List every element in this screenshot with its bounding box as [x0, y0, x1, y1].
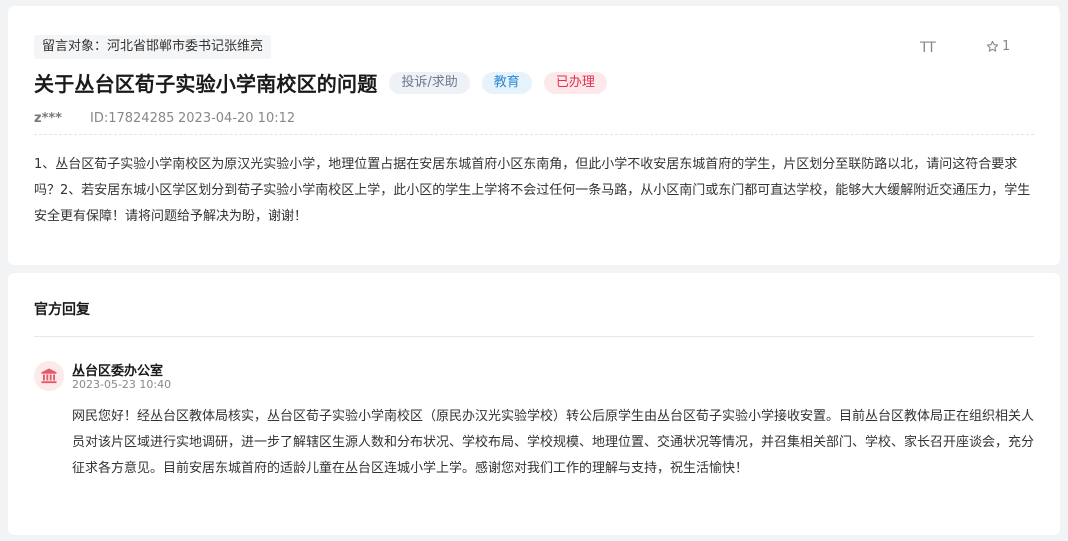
category-tag[interactable]: 投诉/求助	[389, 71, 470, 94]
title-row: 关于丛台区荀子实验小学南校区的问题 投诉/求助 教育 已办理	[34, 68, 619, 97]
government-building-icon	[41, 368, 57, 384]
page-title: 关于丛台区荀子实验小学南校区的问题	[34, 72, 378, 96]
divider	[34, 134, 1034, 135]
star-outline-icon	[986, 40, 999, 52]
reply-department: 丛台区委办公室	[72, 364, 164, 379]
favorite-count: 1	[1002, 39, 1011, 54]
reply-card: 官方回复 丛台区委办公室 2023-05-23 10:40 网民您好！经丛台区教…	[8, 273, 1060, 535]
field-tag[interactable]: 教育	[481, 71, 532, 94]
font-size-toggle-button[interactable]: TT	[920, 40, 936, 56]
favorite-button[interactable]: 1	[986, 39, 1010, 54]
reply-time: 2023-05-23 10:40	[72, 378, 172, 391]
status-badge: 已办理	[543, 71, 607, 94]
reply-content: 网民您好！经丛台区教体局核实，丛台区荀子实验小学南校区（原民办汉光实验学校）转公…	[72, 409, 1035, 476]
message-target: 留言对象：河北省邯郸市委书记张维亮	[34, 35, 272, 59]
message-author: z***	[34, 111, 62, 126]
message-id: ID:17824285	[90, 111, 175, 126]
message-content: 1、丛台区荀子实验小学南校区为原汉光实验小学，地理位置占据在安居东城首府小区东南…	[34, 157, 1031, 224]
message-time: 2023-04-20 10:12	[178, 111, 296, 126]
message-meta: z*** ID:17824285 2023-04-20 10:12	[34, 111, 295, 126]
message-card: 留言对象：河北省邯郸市委书记张维亮 TT 1 关于丛台区荀子实验小学南校区的问题…	[8, 6, 1060, 265]
avatar	[34, 361, 64, 391]
divider	[34, 336, 1034, 337]
reply-section-title: 官方回复	[34, 302, 90, 318]
font-size-icon: TT	[920, 40, 936, 56]
